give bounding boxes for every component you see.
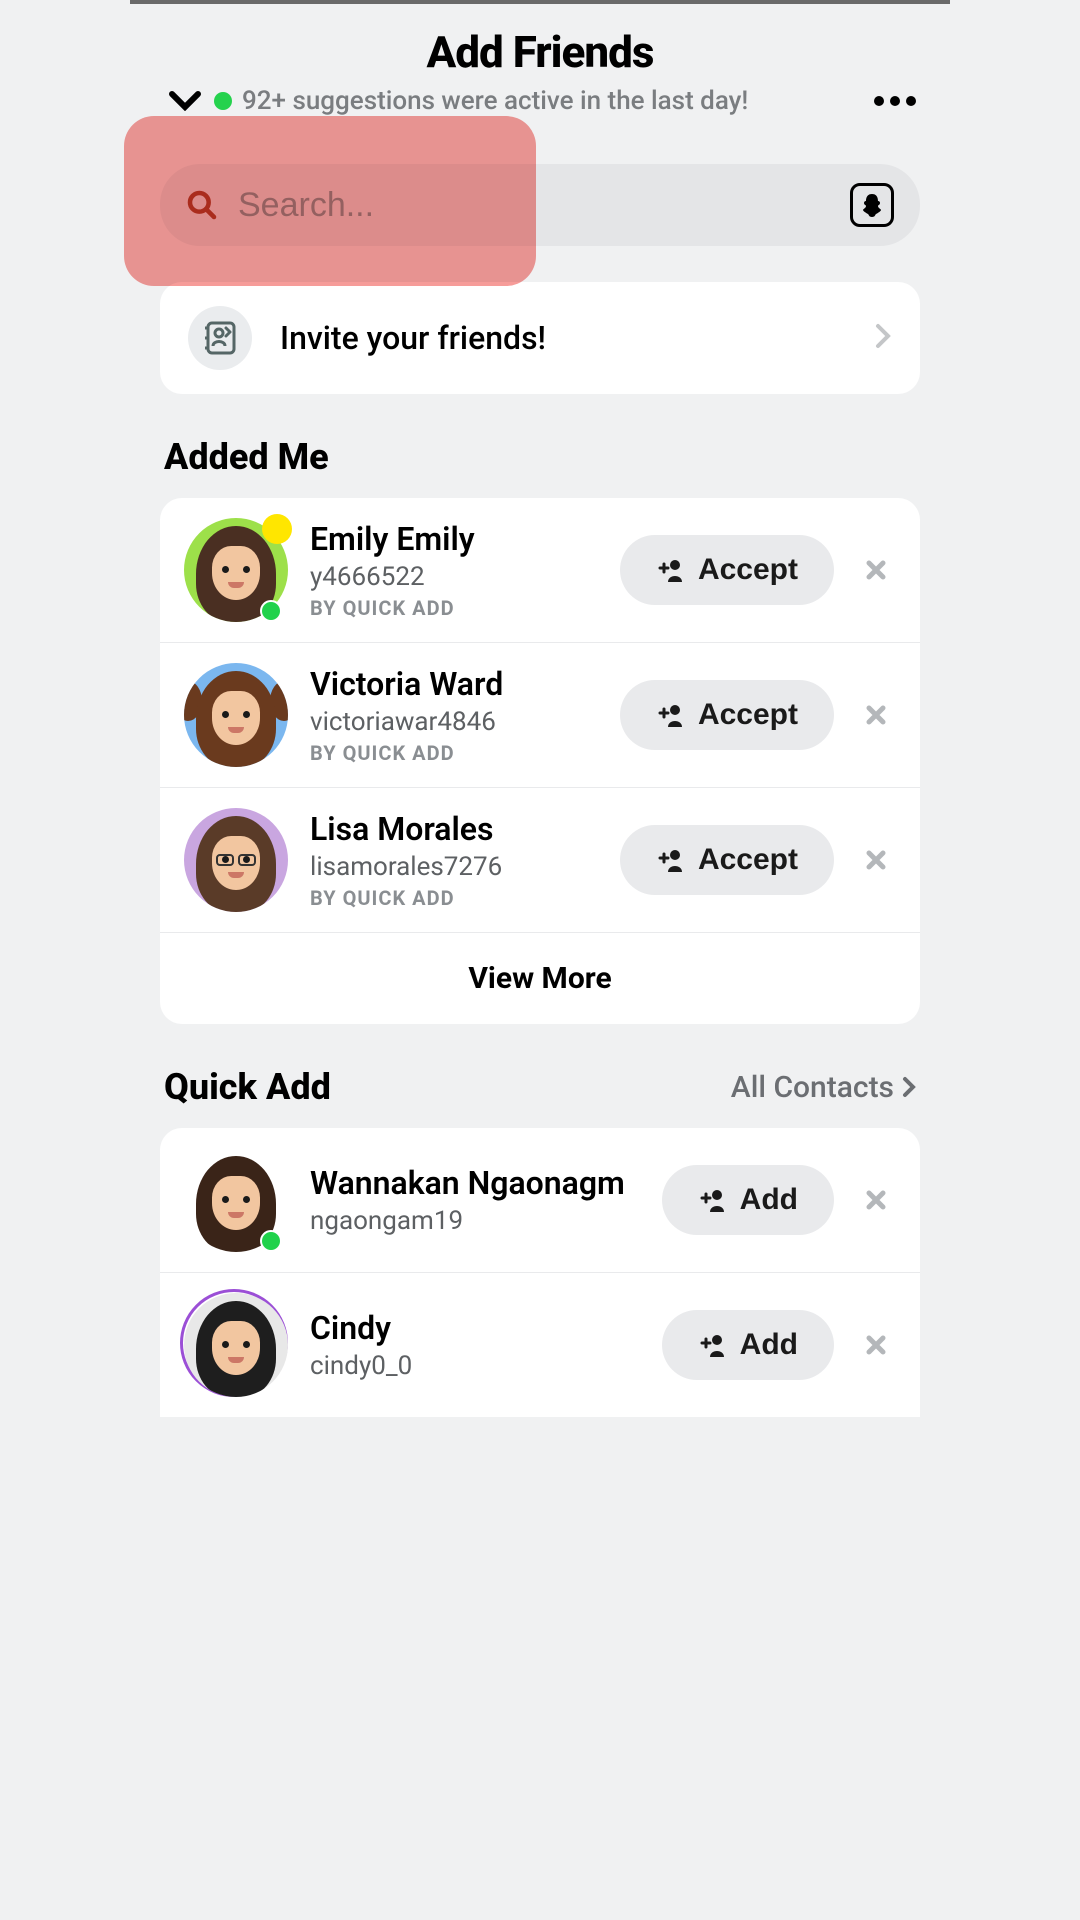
added-me-list: Emily Emily y4666522 BY QUICK ADD Accept xyxy=(160,498,920,1024)
add-person-icon xyxy=(656,558,684,582)
quick-add-header-row: Quick Add All Contacts xyxy=(164,1066,916,1108)
all-contacts-link[interactable]: All Contacts xyxy=(731,1070,916,1105)
friend-name: Lisa Morales xyxy=(310,810,598,848)
avatar[interactable] xyxy=(184,663,288,767)
close-icon xyxy=(864,848,888,872)
more-options-button[interactable] xyxy=(874,96,916,106)
close-icon xyxy=(864,1188,888,1212)
friend-info: Wannakan Ngaonagm ngaongam19 xyxy=(310,1164,640,1236)
invite-card[interactable]: Invite your friends! xyxy=(160,282,920,394)
add-button[interactable]: Add xyxy=(662,1310,834,1380)
added-me-header: Added Me xyxy=(164,436,916,478)
accept-button[interactable]: Accept xyxy=(620,680,834,750)
active-dot-icon xyxy=(214,92,232,110)
friend-row: Cindy cindy0_0 Add xyxy=(160,1272,920,1417)
friend-username: lisamorales7276 xyxy=(310,852,598,882)
quick-add-list: Wannakan Ngaonagm ngaongam19 Add xyxy=(160,1128,920,1417)
accept-button[interactable]: Accept xyxy=(620,825,834,895)
friend-row: Wannakan Ngaonagm ngaongam19 Add xyxy=(160,1128,920,1272)
page-header: Add Friends 92+ suggestions were active … xyxy=(130,4,950,126)
online-badge-icon xyxy=(260,600,282,622)
friend-username: ngaongam19 xyxy=(310,1206,640,1236)
dismiss-button[interactable] xyxy=(856,1325,896,1365)
dismiss-button[interactable] xyxy=(856,550,896,590)
friend-name: Wannakan Ngaonagm xyxy=(310,1164,640,1202)
avatar[interactable] xyxy=(184,1148,288,1252)
avatar[interactable] xyxy=(184,518,288,622)
dismiss-button[interactable] xyxy=(856,840,896,880)
search-bar[interactable] xyxy=(160,164,920,246)
friend-info: Victoria Ward victoriawar4846 BY QUICK A… xyxy=(310,665,598,765)
add-person-icon xyxy=(698,1333,726,1357)
friend-info: Lisa Morales lisamorales7276 BY QUICK AD… xyxy=(310,810,598,910)
online-badge-icon xyxy=(260,1230,282,1252)
action-label: Accept xyxy=(698,698,798,732)
chevron-right-icon xyxy=(902,1076,916,1098)
active-suggestions-text: 92+ suggestions were active in the last … xyxy=(242,86,864,116)
search-input[interactable] xyxy=(238,186,830,225)
new-badge-icon xyxy=(262,514,292,544)
action-label: Accept xyxy=(698,843,798,877)
accept-button[interactable]: Accept xyxy=(620,535,834,605)
action-label: Add xyxy=(740,1328,798,1362)
subheader-row: 92+ suggestions were active in the last … xyxy=(150,86,930,116)
page-title: Add Friends xyxy=(150,26,930,78)
avatar[interactable] xyxy=(184,808,288,912)
search-wrap xyxy=(130,164,950,246)
search-icon xyxy=(186,189,218,221)
friend-meta: BY QUICK ADD xyxy=(310,886,598,910)
friend-row: Emily Emily y4666522 BY QUICK ADD Accept xyxy=(160,498,920,642)
invite-label: Invite your friends! xyxy=(280,319,846,357)
close-icon xyxy=(864,703,888,727)
snapcode-scan-icon[interactable] xyxy=(850,183,894,227)
contacts-book-icon xyxy=(188,306,252,370)
view-more-button[interactable]: View More xyxy=(160,932,920,1024)
close-icon xyxy=(864,558,888,582)
add-person-icon xyxy=(656,848,684,872)
chevron-right-icon xyxy=(874,322,892,354)
quick-add-header: Quick Add xyxy=(164,1066,331,1108)
friend-name: Emily Emily xyxy=(310,520,598,558)
friend-meta: BY QUICK ADD xyxy=(310,596,598,620)
action-label: Add xyxy=(740,1183,798,1217)
friend-info: Emily Emily y4666522 BY QUICK ADD xyxy=(310,520,598,620)
friend-username: y4666522 xyxy=(310,562,598,592)
add-person-icon xyxy=(698,1188,726,1212)
friend-name: Victoria Ward xyxy=(310,665,598,703)
action-label: Accept xyxy=(698,553,798,587)
friend-row: Lisa Morales lisamorales7276 BY QUICK AD… xyxy=(160,787,920,932)
friend-username: victoriawar4846 xyxy=(310,707,598,737)
friend-row: Victoria Ward victoriawar4846 BY QUICK A… xyxy=(160,642,920,787)
add-person-icon xyxy=(656,703,684,727)
friend-username: cindy0_0 xyxy=(310,1351,640,1381)
friend-name: Cindy xyxy=(310,1309,640,1347)
add-button[interactable]: Add xyxy=(662,1165,834,1235)
friend-info: Cindy cindy0_0 xyxy=(310,1309,640,1381)
dismiss-button[interactable] xyxy=(856,695,896,735)
friend-meta: BY QUICK ADD xyxy=(310,741,598,765)
close-chevron-icon[interactable] xyxy=(168,89,202,113)
avatar[interactable] xyxy=(184,1293,288,1397)
close-icon xyxy=(864,1333,888,1357)
all-contacts-label: All Contacts xyxy=(731,1070,894,1105)
dismiss-button[interactable] xyxy=(856,1180,896,1220)
